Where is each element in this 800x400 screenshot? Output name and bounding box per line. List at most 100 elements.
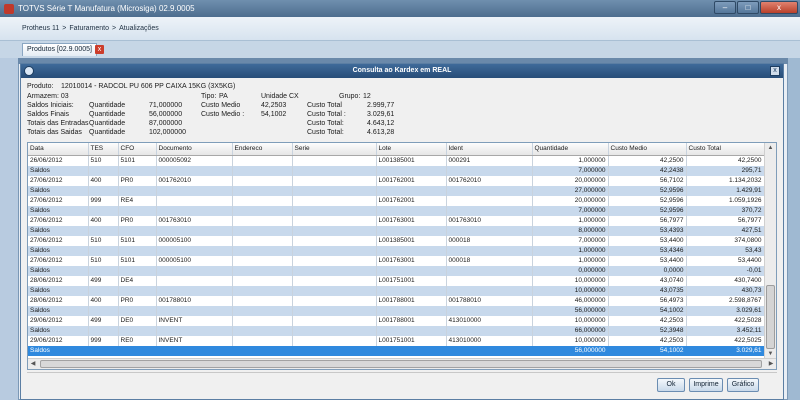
kardex-grid[interactable]: Data TES CFO Documento Endereco Serie Lote Iden…	[27, 142, 777, 370]
table-row[interactable]: 28/06/2012 499 DE4 L001751001 10,000000 43,07…	[28, 275, 765, 286]
table-cell	[88, 345, 119, 356]
table-row[interactable]: 27/06/2012 510 5101 000005100 L001385001 0000…	[28, 235, 765, 246]
scroll-up-icon[interactable]: ▲	[765, 143, 776, 153]
column-header[interactable]: Custo Medio	[608, 143, 687, 156]
column-header[interactable]: Endereco	[232, 143, 293, 156]
table-cell: 20,000000	[532, 175, 609, 186]
breadcrumb-item-atualizacoes[interactable]: Atualizações	[119, 25, 159, 32]
saldos-row[interactable]: Saldos 0,000000 0,0000 -0,01	[28, 265, 765, 276]
table-cell	[376, 165, 447, 176]
vertical-scrollbar[interactable]: ▲ ▼	[764, 143, 776, 359]
table-cell: 53,43	[686, 245, 765, 256]
saldos-row[interactable]: Saldos 8,000000 53,4393 427,51	[28, 225, 765, 236]
saldos-row[interactable]: Saldos 56,000000 54,1002 3.029,61	[28, 305, 765, 316]
column-header[interactable]: Ident	[446, 143, 533, 156]
scroll-right-icon[interactable]: ▶	[766, 359, 776, 369]
breadcrumb-item-faturamento[interactable]: Faturamento	[69, 25, 109, 32]
imprime-button[interactable]: Imprime	[689, 378, 723, 392]
table-cell: 001762010	[446, 175, 533, 186]
table-cell	[292, 195, 377, 206]
table-row[interactable]: 26/06/2012 510 5101 000005092 L001385001 0002…	[28, 155, 765, 166]
saldos-row[interactable]: Saldos 1,000000 53,4346 53,43	[28, 245, 765, 256]
grafico-button[interactable]: Gráfico	[727, 378, 759, 392]
saldos-row[interactable]: Saldos 27,000000 52,9596 1.429,91	[28, 185, 765, 196]
table-row[interactable]: 28/06/2012 400 PR0 001788010 L001788001 00178…	[28, 295, 765, 306]
tipo-label: Tipo:	[201, 93, 217, 100]
table-cell: PR0	[118, 175, 157, 186]
table-row[interactable]: 27/06/2012 400 PR0 001762010 L001762001 00176…	[28, 175, 765, 186]
table-cell	[292, 345, 377, 356]
table-row[interactable]: 27/06/2012 999 RE4 L001762001 20,000000 52,95…	[28, 195, 765, 206]
tab-produtos[interactable]: Produtos [02.9.0005]	[22, 43, 97, 56]
saldos-row[interactable]: Saldos 66,000000 52,3948 3.452,11	[28, 325, 765, 336]
table-cell	[446, 325, 533, 336]
cm-finais-value: 54,1002	[261, 111, 287, 118]
table-cell: 3.029,61	[686, 305, 765, 316]
ok-button[interactable]: Ok	[657, 378, 685, 392]
tab-close-button[interactable]: x	[95, 45, 104, 54]
table-row[interactable]: 29/06/2012 999 RE0 INVENT L001751001 41301000…	[28, 335, 765, 346]
table-cell	[376, 185, 447, 196]
table-cell	[156, 245, 233, 256]
table-cell: 000005100	[156, 235, 233, 246]
horizontal-scroll-thumb[interactable]	[40, 360, 762, 368]
table-cell: 53,4400	[608, 255, 687, 266]
table-cell	[156, 325, 233, 336]
table-cell	[88, 165, 119, 176]
table-cell: Saldos	[28, 325, 89, 336]
table-cell: 001788010	[156, 295, 233, 306]
column-header[interactable]: Lote	[376, 143, 447, 156]
saldos-row[interactable]: Saldos 10,000000 43,0735 430,73	[28, 285, 765, 296]
vertical-scroll-thumb[interactable]	[766, 285, 775, 349]
table-cell: 66,000000	[532, 325, 609, 336]
column-header[interactable]: Quantidade	[532, 143, 609, 156]
table-row[interactable]: 29/06/2012 499 DE0 INVENT L001788001 41301000…	[28, 315, 765, 326]
table-cell: 400	[88, 295, 119, 306]
table-cell: 42,2503	[608, 335, 687, 346]
column-header[interactable]: Data	[28, 143, 89, 156]
table-cell: PR0	[118, 295, 157, 306]
column-header[interactable]: Custo Total	[686, 143, 765, 156]
column-header[interactable]: CFO	[118, 143, 157, 156]
close-window-button[interactable]: x	[760, 1, 798, 14]
table-cell: L001763001	[376, 255, 447, 266]
table-cell	[232, 295, 293, 306]
table-cell	[88, 225, 119, 236]
table-cell: 42,2500	[686, 155, 765, 166]
totais-entradas-label: Totais das Entradas	[27, 120, 89, 127]
app-icon	[4, 3, 14, 14]
table-cell: 1,000000	[532, 255, 609, 266]
breadcrumb-item-protheus[interactable]: Protheus 11	[22, 25, 59, 32]
dialog-close-button[interactable]: x	[770, 66, 780, 76]
table-cell: Saldos	[28, 265, 89, 276]
table-cell	[232, 205, 293, 216]
produto-label: Produto:	[27, 83, 54, 90]
maximize-button[interactable]: □	[737, 1, 759, 14]
table-cell: 510	[88, 155, 119, 166]
column-header[interactable]: TES	[88, 143, 119, 156]
table-cell	[232, 235, 293, 246]
table-row[interactable]: 27/06/2012 510 5101 000005100 L001763001 0000…	[28, 255, 765, 266]
table-cell: PR0	[118, 215, 157, 226]
table-cell: 000005100	[156, 255, 233, 266]
saldos-row[interactable]: Saldos 7,000000 52,9596 370,72	[28, 205, 765, 216]
table-cell	[292, 205, 377, 216]
table-cell: 000018	[446, 235, 533, 246]
table-cell: 53,4400	[686, 255, 765, 266]
table-cell: 0,000000	[532, 265, 609, 276]
scroll-left-icon[interactable]: ◀	[28, 359, 38, 369]
ct-entradas-value: 4.643,12	[367, 120, 395, 127]
saldos-row[interactable]: Saldos 56,000000 54,1002 3.029,61	[28, 345, 765, 356]
saldos-row[interactable]: Saldos 7,000000 42,2438 295,71	[28, 165, 765, 176]
table-cell	[376, 245, 447, 256]
cm-iniciais-value: 42,2503	[261, 102, 287, 109]
column-header[interactable]: Documento	[156, 143, 233, 156]
table-cell	[156, 285, 233, 296]
horizontal-scrollbar[interactable]: ◀ ▶	[28, 358, 776, 369]
minimize-button[interactable]: –	[714, 1, 736, 14]
quantidade-label: Quantidade	[89, 111, 126, 118]
table-cell	[376, 265, 447, 276]
table-cell: 52,9596	[608, 195, 687, 206]
table-row[interactable]: 27/06/2012 400 PR0 001763010 L001763001 00176…	[28, 215, 765, 226]
column-header[interactable]: Serie	[292, 143, 377, 156]
